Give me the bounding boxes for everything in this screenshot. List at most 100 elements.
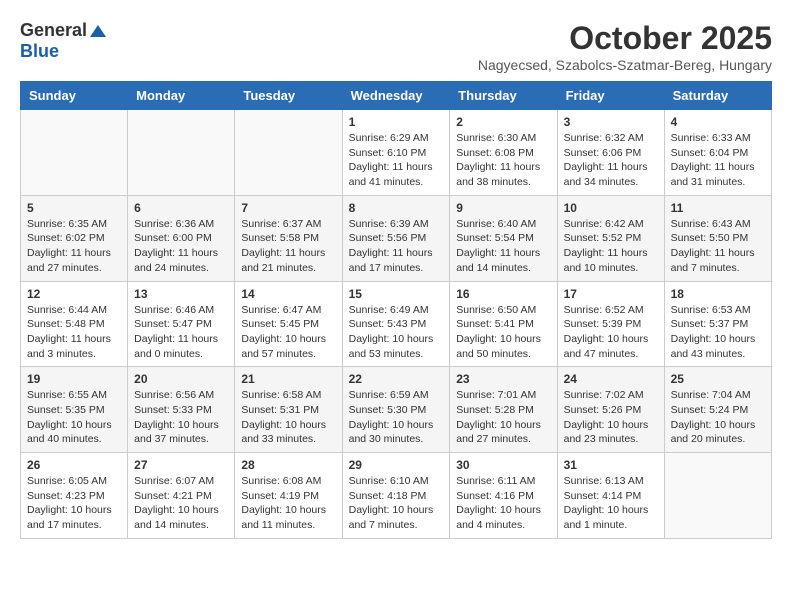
header-wednesday: Wednesday [342,82,450,110]
calendar-cell: 20 Sunrise: 6:56 AM Sunset: 5:33 PM Dayli… [128,367,235,453]
day-info: Sunrise: 6:42 AM Sunset: 5:52 PM Dayligh… [564,217,658,276]
day-info: Sunrise: 6:08 AM Sunset: 4:19 PM Dayligh… [241,474,335,533]
calendar-cell: 26 Sunrise: 6:05 AM Sunset: 4:23 PM Dayli… [21,453,128,539]
day-number: 15 [349,287,444,301]
day-info: Sunrise: 6:10 AM Sunset: 4:18 PM Dayligh… [349,474,444,533]
day-number: 30 [456,458,550,472]
day-number: 11 [671,201,765,215]
day-number: 29 [349,458,444,472]
day-number: 1 [349,115,444,129]
day-info: Sunrise: 6:36 AM Sunset: 6:00 PM Dayligh… [134,217,228,276]
day-number: 2 [456,115,550,129]
day-number: 12 [27,287,121,301]
day-info: Sunrise: 6:59 AM Sunset: 5:30 PM Dayligh… [349,388,444,447]
calendar-cell: 10 Sunrise: 6:42 AM Sunset: 5:52 PM Dayli… [557,195,664,281]
day-info: Sunrise: 6:44 AM Sunset: 5:48 PM Dayligh… [27,303,121,362]
day-info: Sunrise: 6:56 AM Sunset: 5:33 PM Dayligh… [134,388,228,447]
month-title: October 2025 [478,20,772,57]
day-info: Sunrise: 7:02 AM Sunset: 5:26 PM Dayligh… [564,388,658,447]
calendar-cell: 30 Sunrise: 6:11 AM Sunset: 4:16 PM Dayli… [450,453,557,539]
header-monday: Monday [128,82,235,110]
calendar-cell: 19 Sunrise: 6:55 AM Sunset: 5:35 PM Dayli… [21,367,128,453]
calendar-cell: 18 Sunrise: 6:53 AM Sunset: 5:37 PM Dayli… [664,281,771,367]
calendar-cell [128,110,235,196]
day-number: 20 [134,372,228,386]
week-row-3: 12 Sunrise: 6:44 AM Sunset: 5:48 PM Dayli… [21,281,772,367]
day-number: 6 [134,201,228,215]
day-info: Sunrise: 6:11 AM Sunset: 4:16 PM Dayligh… [456,474,550,533]
header-sunday: Sunday [21,82,128,110]
logo-general-text: General [20,20,87,41]
day-number: 23 [456,372,550,386]
page-header: General Blue October 2025 Nagyecsed, Sza… [20,20,772,73]
week-row-5: 26 Sunrise: 6:05 AM Sunset: 4:23 PM Dayli… [21,453,772,539]
day-info: Sunrise: 6:40 AM Sunset: 5:54 PM Dayligh… [456,217,550,276]
day-number: 31 [564,458,658,472]
location-text: Nagyecsed, Szabolcs-Szatmar-Bereg, Hunga… [478,57,772,73]
calendar-cell: 1 Sunrise: 6:29 AM Sunset: 6:10 PM Daylig… [342,110,450,196]
day-info: Sunrise: 6:53 AM Sunset: 5:37 PM Dayligh… [671,303,765,362]
week-row-2: 5Sunrise: 6:35 AM Sunset: 6:02 PM Daylig… [21,195,772,281]
calendar-cell: 25 Sunrise: 7:04 AM Sunset: 5:24 PM Dayli… [664,367,771,453]
calendar-cell: 7 Sunrise: 6:37 AM Sunset: 5:58 PM Daylig… [235,195,342,281]
header-thursday: Thursday [450,82,557,110]
day-info: Sunrise: 7:04 AM Sunset: 5:24 PM Dayligh… [671,388,765,447]
calendar-cell: 31 Sunrise: 6:13 AM Sunset: 4:14 PM Dayli… [557,453,664,539]
calendar-cell: 5Sunrise: 6:35 AM Sunset: 6:02 PM Daylig… [21,195,128,281]
calendar-cell: 15 Sunrise: 6:49 AM Sunset: 5:43 PM Dayli… [342,281,450,367]
calendar-cell: 6 Sunrise: 6:36 AM Sunset: 6:00 PM Daylig… [128,195,235,281]
day-info: Sunrise: 6:29 AM Sunset: 6:10 PM Dayligh… [349,131,444,190]
calendar-cell: 24 Sunrise: 7:02 AM Sunset: 5:26 PM Dayli… [557,367,664,453]
day-info: Sunrise: 6:50 AM Sunset: 5:41 PM Dayligh… [456,303,550,362]
day-info: Sunrise: 6:13 AM Sunset: 4:14 PM Dayligh… [564,474,658,533]
calendar-cell: 8 Sunrise: 6:39 AM Sunset: 5:56 PM Daylig… [342,195,450,281]
day-info: Sunrise: 6:05 AM Sunset: 4:23 PM Dayligh… [27,474,121,533]
day-number: 18 [671,287,765,301]
header-saturday: Saturday [664,82,771,110]
calendar-cell: 29 Sunrise: 6:10 AM Sunset: 4:18 PM Dayli… [342,453,450,539]
calendar-cell: 27Sunrise: 6:07 AM Sunset: 4:21 PM Dayli… [128,453,235,539]
day-number: 25 [671,372,765,386]
calendar-cell [21,110,128,196]
day-number: 21 [241,372,335,386]
week-row-4: 19 Sunrise: 6:55 AM Sunset: 5:35 PM Dayli… [21,367,772,453]
calendar-cell: 21Sunrise: 6:58 AM Sunset: 5:31 PM Dayli… [235,367,342,453]
calendar-cell: 17 Sunrise: 6:52 AM Sunset: 5:39 PM Dayli… [557,281,664,367]
calendar-cell: 4Sunrise: 6:33 AM Sunset: 6:04 PM Daylig… [664,110,771,196]
calendar-cell: 28Sunrise: 6:08 AM Sunset: 4:19 PM Dayli… [235,453,342,539]
day-number: 14 [241,287,335,301]
day-info: Sunrise: 6:07 AM Sunset: 4:21 PM Dayligh… [134,474,228,533]
day-info: Sunrise: 6:47 AM Sunset: 5:45 PM Dayligh… [241,303,335,362]
day-info: Sunrise: 6:52 AM Sunset: 5:39 PM Dayligh… [564,303,658,362]
day-info: Sunrise: 7:01 AM Sunset: 5:28 PM Dayligh… [456,388,550,447]
calendar-cell: 23 Sunrise: 7:01 AM Sunset: 5:28 PM Dayli… [450,367,557,453]
day-info: Sunrise: 6:39 AM Sunset: 5:56 PM Dayligh… [349,217,444,276]
calendar-cell: 3 Sunrise: 6:32 AM Sunset: 6:06 PM Daylig… [557,110,664,196]
day-number: 8 [349,201,444,215]
day-number: 17 [564,287,658,301]
calendar-cell: 14 Sunrise: 6:47 AM Sunset: 5:45 PM Dayli… [235,281,342,367]
calendar-cell: 13Sunrise: 6:46 AM Sunset: 5:47 PM Dayli… [128,281,235,367]
calendar-cell [664,453,771,539]
logo: General Blue [20,20,107,62]
day-number: 7 [241,201,335,215]
day-info: Sunrise: 6:30 AM Sunset: 6:08 PM Dayligh… [456,131,550,190]
day-number: 19 [27,372,121,386]
day-number: 16 [456,287,550,301]
logo-icon [89,23,107,41]
day-info: Sunrise: 6:37 AM Sunset: 5:58 PM Dayligh… [241,217,335,276]
day-number: 24 [564,372,658,386]
day-number: 10 [564,201,658,215]
day-info: Sunrise: 6:43 AM Sunset: 5:50 PM Dayligh… [671,217,765,276]
day-info: Sunrise: 6:49 AM Sunset: 5:43 PM Dayligh… [349,303,444,362]
day-info: Sunrise: 6:32 AM Sunset: 6:06 PM Dayligh… [564,131,658,190]
day-number: 9 [456,201,550,215]
calendar-cell: 22Sunrise: 6:59 AM Sunset: 5:30 PM Dayli… [342,367,450,453]
calendar-cell [235,110,342,196]
day-info: Sunrise: 6:46 AM Sunset: 5:47 PM Dayligh… [134,303,228,362]
day-number: 26 [27,458,121,472]
header-friday: Friday [557,82,664,110]
day-info: Sunrise: 6:55 AM Sunset: 5:35 PM Dayligh… [27,388,121,447]
day-info: Sunrise: 6:35 AM Sunset: 6:02 PM Dayligh… [27,217,121,276]
day-number: 3 [564,115,658,129]
